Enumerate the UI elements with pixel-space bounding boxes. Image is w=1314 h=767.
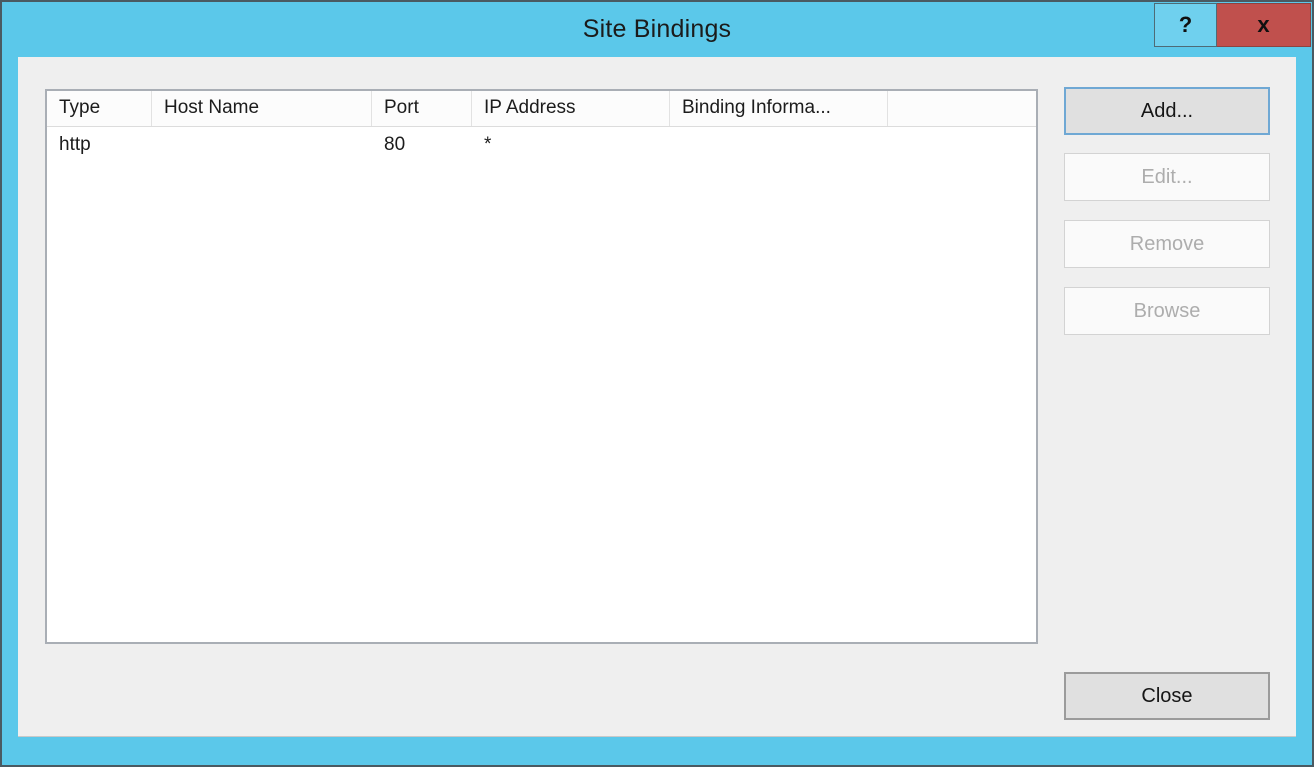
close-button[interactable]: Close [1064, 672, 1270, 720]
cell-port: 80 [384, 134, 406, 155]
cell-binding_information [670, 127, 888, 165]
help-button[interactable]: ? [1154, 3, 1217, 47]
column-header-host-name[interactable]: Host Name [152, 91, 372, 126]
cell-type: http [59, 134, 91, 155]
table-row[interactable]: http 80 * [47, 127, 1036, 165]
column-header-ip-address[interactable]: IP Address [472, 91, 670, 126]
column-header-type[interactable]: Type [47, 91, 152, 126]
title-bar: Site Bindings ? x [2, 2, 1312, 57]
add-button[interactable]: Add... [1064, 87, 1270, 135]
window-title: Site Bindings [582, 15, 732, 43]
column-header-port[interactable]: Port [372, 91, 472, 126]
browse-button[interactable]: Browse [1064, 287, 1270, 335]
bindings-table-body: http 80 * [47, 127, 1036, 165]
remove-button[interactable]: Remove [1064, 220, 1270, 268]
cell-host_name [152, 127, 372, 165]
site-bindings-dialog: Site Bindings ? x Type Host Name Port IP Ad… [0, 0, 1314, 767]
bindings-listbox[interactable]: Type Host Name Port IP Address Binding Infor… [45, 89, 1038, 644]
bindings-table-header: Type Host Name Port IP Address Binding Infor… [47, 91, 1036, 127]
column-header-blank[interactable] [888, 91, 1036, 126]
cell-ip_address: * [484, 134, 492, 155]
column-header-binding-informa[interactable]: Binding Informa... [670, 91, 888, 126]
dialog-content: Type Host Name Port IP Address Binding Infor… [18, 57, 1296, 736]
close-window-button[interactable]: x [1217, 3, 1311, 47]
edit-button[interactable]: Edit... [1064, 153, 1270, 201]
cell-extra [888, 127, 1036, 165]
